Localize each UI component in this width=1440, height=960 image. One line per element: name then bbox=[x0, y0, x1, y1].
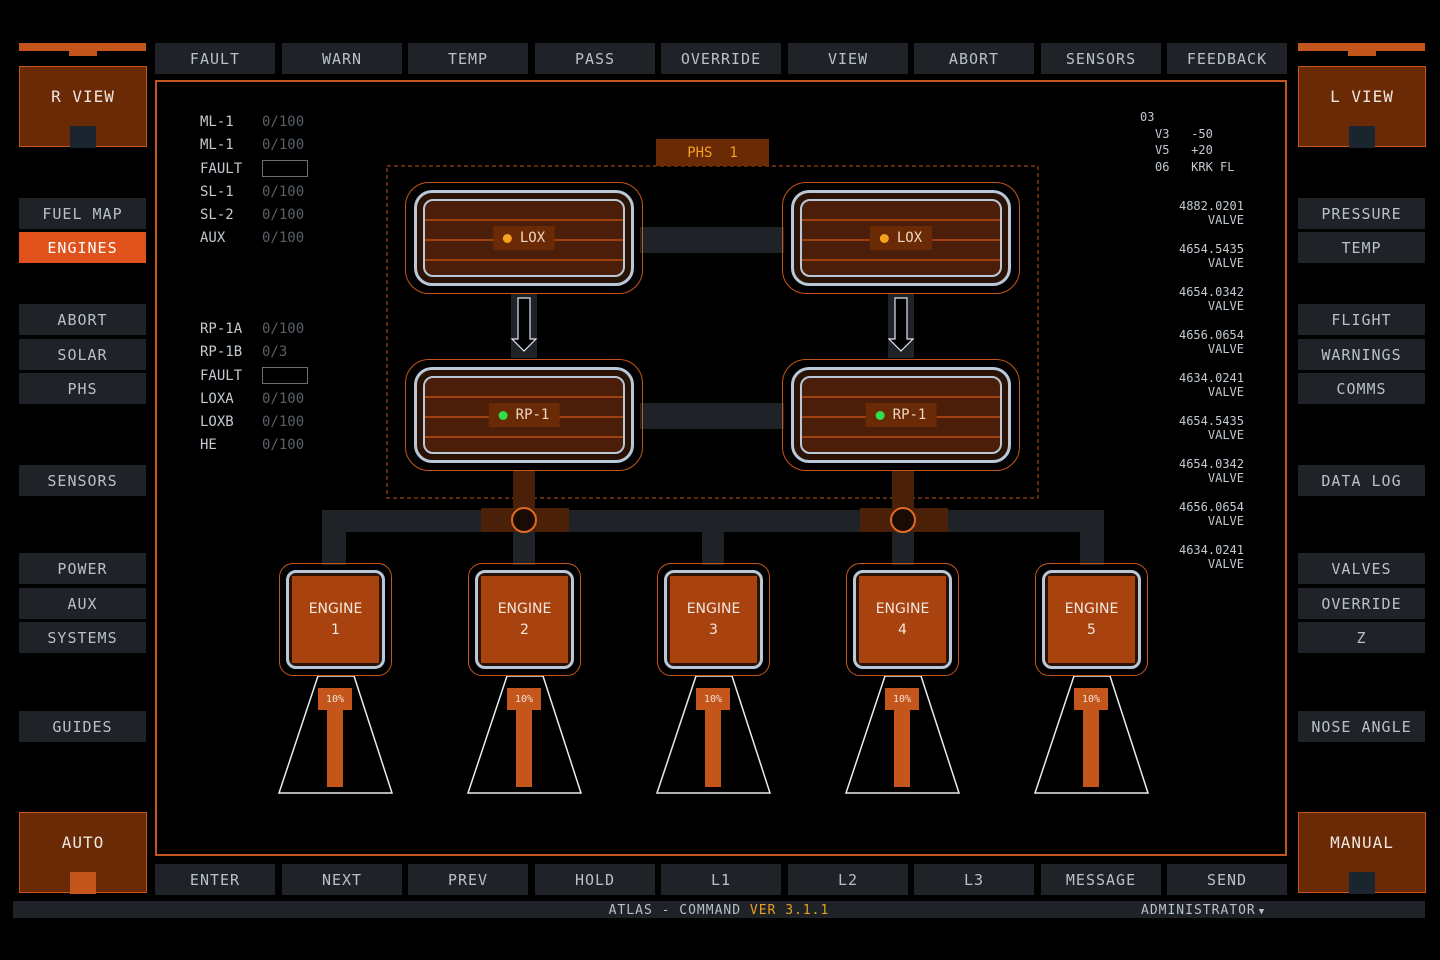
throttle-label: 10% bbox=[318, 688, 352, 710]
throttle-bar[interactable] bbox=[516, 710, 532, 787]
throttle-bar[interactable] bbox=[1083, 710, 1099, 787]
valve-icon bbox=[511, 507, 537, 533]
tank-label: LOX bbox=[869, 226, 933, 250]
tank-label: RP-1 bbox=[865, 403, 937, 427]
phase-label: PHS 1 bbox=[656, 139, 769, 166]
engine-2[interactable]: ENGINE 2 bbox=[468, 563, 581, 676]
status-dot-icon bbox=[498, 410, 508, 420]
engine-name: ENGINE bbox=[1064, 600, 1119, 617]
throttle-label: 10% bbox=[696, 688, 730, 710]
chevron-down-icon: ▼ bbox=[1258, 907, 1266, 917]
engine-name: ENGINE bbox=[497, 600, 552, 617]
tank-label: LOX bbox=[492, 226, 556, 250]
engine-3[interactable]: ENGINE 3 bbox=[657, 563, 770, 676]
engine-name: ENGINE bbox=[308, 600, 363, 617]
engine-number: 1 bbox=[331, 621, 340, 638]
throttle-label: 10% bbox=[1074, 688, 1108, 710]
engine-plate: ENGINE 2 bbox=[481, 576, 568, 663]
throttle-bar[interactable] bbox=[894, 710, 910, 787]
throttle-label: 10% bbox=[507, 688, 541, 710]
user-menu[interactable]: ADMINISTRATOR ▼ bbox=[1141, 901, 1265, 918]
valve-icon bbox=[890, 507, 916, 533]
throttle-label: 10% bbox=[885, 688, 919, 710]
engine-name: ENGINE bbox=[875, 600, 930, 617]
tank-rp1-left[interactable]: RP-1 bbox=[405, 359, 643, 471]
rp1-crossfeed bbox=[640, 403, 784, 429]
status-dot-icon bbox=[875, 410, 885, 420]
engine-4[interactable]: ENGINE 4 bbox=[846, 563, 959, 676]
engine-plate: ENGINE 1 bbox=[292, 576, 379, 663]
engine-plate: ENGINE 3 bbox=[670, 576, 757, 663]
throttle-bar[interactable] bbox=[705, 710, 721, 787]
version: VER 3.1.1 bbox=[749, 903, 830, 918]
engine-name: ENGINE bbox=[686, 600, 741, 617]
throttle-bar[interactable] bbox=[327, 710, 343, 787]
tank-label: RP-1 bbox=[488, 403, 560, 427]
tank-lox-left[interactable]: LOX bbox=[405, 182, 643, 294]
lox-crossfeed bbox=[640, 227, 784, 253]
engine-number: 3 bbox=[709, 621, 718, 638]
engine-5[interactable]: ENGINE 5 bbox=[1035, 563, 1148, 676]
engine-number: 2 bbox=[520, 621, 529, 638]
engine-plate: ENGINE 4 bbox=[859, 576, 946, 663]
engine-number: 4 bbox=[898, 621, 907, 638]
engine-number: 5 bbox=[1087, 621, 1096, 638]
engine-plate: ENGINE 5 bbox=[1048, 576, 1135, 663]
status-dot-icon bbox=[502, 233, 512, 243]
tank-rp1-right[interactable]: RP-1 bbox=[782, 359, 1020, 471]
tank-lox-right[interactable]: LOX bbox=[782, 182, 1020, 294]
status-bar: ATLAS - COMMAND VER 3.1.1 ADMINISTRATOR ▼ bbox=[13, 901, 1425, 918]
engine-1[interactable]: ENGINE 1 bbox=[279, 563, 392, 676]
status-dot-icon bbox=[879, 233, 889, 243]
